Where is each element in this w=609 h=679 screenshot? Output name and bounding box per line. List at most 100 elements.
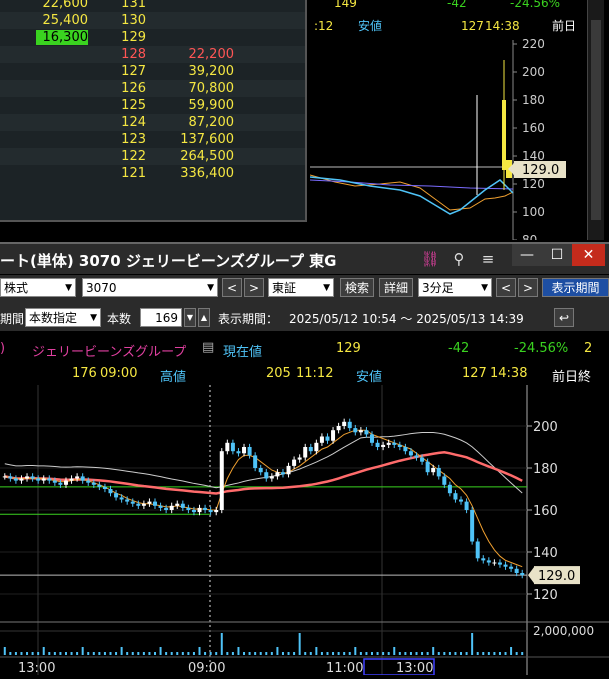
mini-y-tick: 220 bbox=[522, 37, 545, 51]
window-titlebar[interactable]: ート(単体) 3070 ジェリービーンズグループ 東G ⛓4 ⚲ ≡ — ☐ ✕ bbox=[0, 242, 609, 292]
chevron-down-icon: ▼ bbox=[90, 313, 97, 323]
volume-bar bbox=[26, 652, 29, 655]
candle-body bbox=[381, 444, 386, 447]
count-input[interactable]: 169 bbox=[140, 308, 182, 327]
undo-icon[interactable]: ↩ bbox=[554, 308, 574, 327]
candle-body bbox=[425, 461, 430, 473]
board-row[interactable]: 127 39,200 bbox=[0, 63, 305, 80]
volume-bar bbox=[176, 652, 179, 655]
period-mode-select[interactable]: 本数指定 ▼ bbox=[25, 308, 101, 327]
exchange-select[interactable]: 東証 ▼ bbox=[268, 278, 334, 297]
candle-body bbox=[253, 455, 258, 468]
candle-body bbox=[269, 476, 274, 479]
volume-bar bbox=[265, 652, 268, 655]
main-chart[interactable]: 200 180 160 140 120 129.0 2,000,000 13:00 09:00 1… bbox=[0, 385, 609, 676]
next-code-button[interactable]: > bbox=[244, 278, 264, 297]
candle-body bbox=[136, 503, 141, 506]
volume-bar bbox=[415, 652, 418, 655]
candle-body bbox=[431, 468, 436, 473]
prev-interval-button[interactable]: < bbox=[496, 278, 516, 297]
volume-bar bbox=[76, 652, 79, 655]
x-tick-label: 13:00 bbox=[396, 661, 433, 675]
board-bid-volume: 264,500 bbox=[180, 149, 234, 164]
candle-body bbox=[414, 455, 419, 458]
volume-bar bbox=[170, 652, 173, 655]
market-type-select[interactable]: 株式 ▼ bbox=[0, 278, 76, 297]
volume-bar bbox=[70, 652, 73, 655]
candle-body bbox=[52, 480, 57, 483]
candle-body bbox=[314, 442, 319, 452]
board-row[interactable]: 125 59,900 bbox=[0, 97, 305, 114]
candle-body bbox=[331, 430, 336, 441]
volume-bar bbox=[510, 647, 513, 655]
candle-body bbox=[63, 480, 68, 485]
document-icon: ▤ bbox=[202, 340, 215, 355]
board-row[interactable]: 126 70,800 bbox=[0, 80, 305, 97]
board-price: 124 bbox=[121, 115, 146, 130]
count-up-button[interactable]: ▲ bbox=[198, 308, 210, 327]
board-bid-volume: 39,200 bbox=[188, 64, 235, 79]
mini-y-tick: 180 bbox=[522, 93, 545, 107]
volume-bar bbox=[287, 652, 290, 655]
volume-bar bbox=[370, 652, 373, 655]
candle-body bbox=[369, 434, 374, 443]
volume-bar bbox=[304, 652, 307, 655]
candle-body bbox=[319, 436, 324, 443]
board-row[interactable]: 123 137,600 bbox=[0, 131, 305, 148]
board-row[interactable]: 124 87,200 bbox=[0, 114, 305, 131]
next-interval-button[interactable]: > bbox=[518, 278, 538, 297]
board-row[interactable]: 128 22,200 bbox=[0, 46, 305, 63]
volume-bar bbox=[254, 652, 257, 655]
volume-bar bbox=[137, 652, 140, 655]
detail-button[interactable]: 詳細 bbox=[379, 278, 413, 297]
mini-chart: 149 -42 -24.56% :12 安値 127 14:38 前日 220 2… bbox=[309, 0, 587, 247]
minimize-button[interactable]: — bbox=[512, 244, 542, 266]
code-value: 3070 bbox=[86, 281, 117, 295]
volume-bar bbox=[448, 652, 451, 655]
maximize-button[interactable]: ☐ bbox=[542, 244, 572, 266]
volume-bar bbox=[387, 652, 390, 655]
mini-chart-scrollbar[interactable] bbox=[587, 0, 604, 240]
mini-y-tick: 80 bbox=[522, 233, 537, 240]
count-down-button[interactable]: ▼ bbox=[184, 308, 196, 327]
menu-icon[interactable]: ≡ bbox=[476, 248, 500, 270]
candle-body bbox=[492, 562, 497, 564]
volume-bar bbox=[348, 652, 351, 655]
search-icon[interactable]: ⚲ bbox=[447, 248, 471, 270]
volume-bar bbox=[14, 652, 17, 655]
volume-bar bbox=[243, 652, 246, 655]
board-row[interactable]: 122 264,500 bbox=[0, 148, 305, 165]
low-value: 127 bbox=[462, 366, 487, 381]
interval-select[interactable]: 3分足 ▼ bbox=[418, 278, 492, 297]
candle-body bbox=[86, 480, 91, 483]
candle-body bbox=[214, 510, 219, 513]
search-button[interactable]: 検索 bbox=[340, 278, 374, 297]
close-button[interactable]: ✕ bbox=[572, 244, 605, 266]
board-row[interactable]: 16,300 129 bbox=[0, 29, 305, 46]
display-period-button[interactable]: 表示期間 bbox=[542, 278, 609, 297]
candle-body bbox=[386, 442, 391, 445]
board-row[interactable]: 121 336,400 bbox=[0, 165, 305, 182]
candle-body bbox=[280, 472, 285, 475]
code-select[interactable]: 3070 ▼ bbox=[82, 278, 218, 297]
candle-body bbox=[102, 486, 107, 489]
board-row[interactable]: 25,400 130 bbox=[0, 12, 305, 29]
trailing-value: 2 bbox=[584, 341, 593, 356]
candle-body bbox=[436, 468, 441, 477]
volume-bar bbox=[293, 652, 296, 655]
open-time: 09:00 bbox=[100, 366, 138, 381]
mini-header-pct: -24.56% bbox=[510, 0, 560, 10]
volume-bar bbox=[31, 652, 34, 655]
prev-code-button[interactable]: < bbox=[222, 278, 242, 297]
volume-bar bbox=[9, 652, 12, 655]
y-tick-label: 200 bbox=[533, 420, 558, 435]
board-row[interactable]: 22,600 131 bbox=[0, 0, 305, 12]
candle-body bbox=[258, 468, 263, 473]
volume-bar bbox=[376, 652, 379, 655]
link-icon[interactable]: ⛓4 bbox=[418, 248, 442, 292]
candle-body bbox=[219, 451, 224, 510]
candle-body bbox=[325, 436, 330, 441]
board-price: 122 bbox=[121, 149, 146, 164]
volume-bar bbox=[64, 652, 67, 655]
volume-bar bbox=[382, 652, 385, 655]
